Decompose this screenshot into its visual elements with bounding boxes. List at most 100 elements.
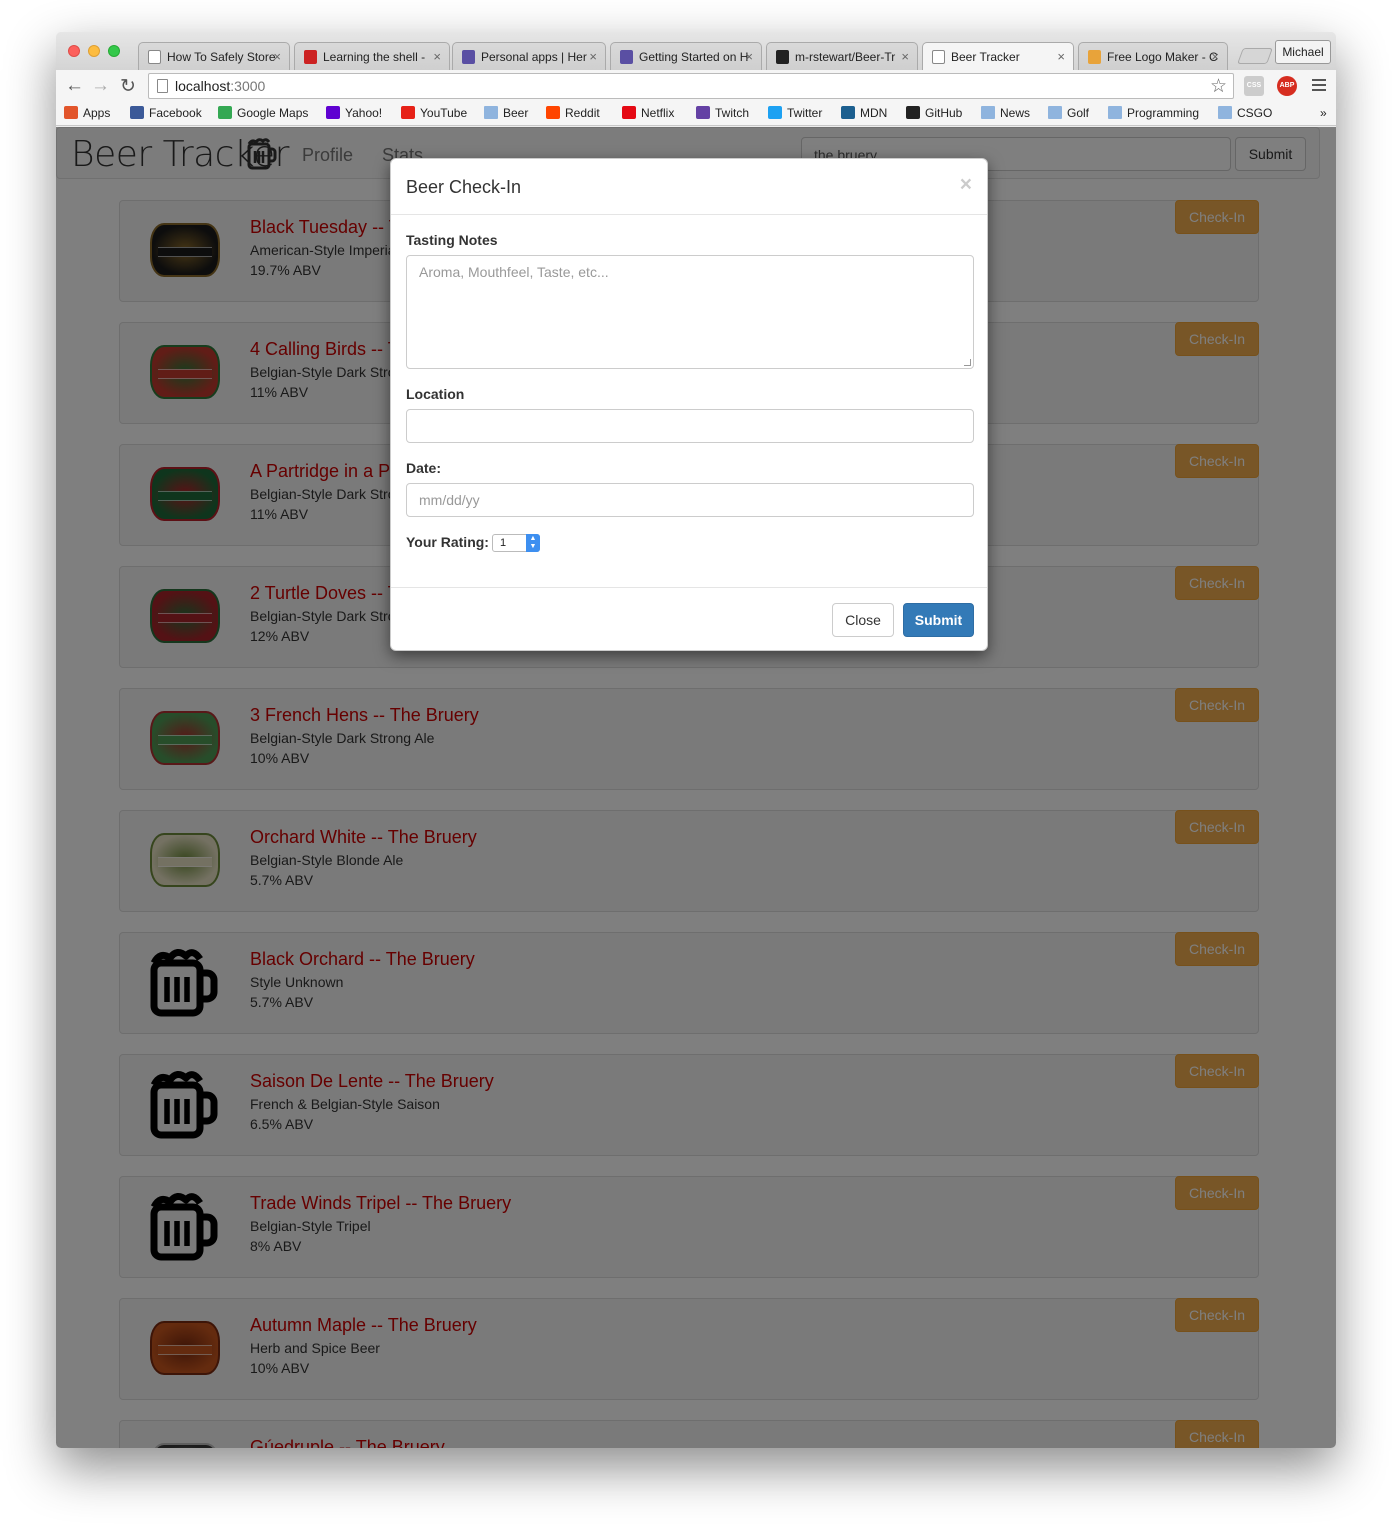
bookmark-label: News <box>1000 106 1031 120</box>
bookmark-beer[interactable]: Beer <box>484 106 528 120</box>
tab-close-icon[interactable]: × <box>901 49 909 64</box>
browser-tab[interactable]: Beer Tracker × <box>922 42 1074 70</box>
tab-close-icon[interactable]: × <box>589 49 597 64</box>
reload-icon[interactable]: ↻ <box>120 75 136 98</box>
folder-icon <box>981 106 995 119</box>
bookmarks-bar: Apps Facebook Google Maps Yahoo! YouTube Beer… <box>56 102 1336 126</box>
bookmark-label: YouTube <box>420 106 468 120</box>
address-bar[interactable]: localhost:3000 ☆ <box>148 73 1234 99</box>
browser-tab[interactable]: m-rstewart/Beer-Tr × <box>766 42 918 70</box>
bookmark-programming[interactable]: Programming <box>1108 106 1199 120</box>
forward-arrow-icon[interactable]: → <box>91 75 110 97</box>
mdn-icon <box>841 106 855 119</box>
resize-grip-icon[interactable] <box>964 359 971 366</box>
bookmark-twitter[interactable]: Twitter <box>768 106 822 120</box>
tasting-notes-label: Tasting Notes <box>406 232 498 248</box>
bookmark-google-maps[interactable]: Google Maps <box>218 106 308 120</box>
submit-button[interactable]: Submit <box>903 603 974 637</box>
linuxcommand-icon <box>304 50 317 64</box>
bookmark-news[interactable]: News <box>981 106 1030 120</box>
tab-close-icon[interactable]: × <box>1211 49 1219 64</box>
rating-value: 1 <box>500 537 507 549</box>
browser-window: How To Safely Store × Learning the shell -… <box>56 32 1336 1448</box>
bookmark-twitch[interactable]: Twitch <box>696 106 749 120</box>
tab-title: Personal apps | Her <box>481 50 587 64</box>
url-port: :3000 <box>230 78 266 94</box>
bookmark-label: Beer <box>503 106 529 120</box>
location-field[interactable] <box>406 409 974 443</box>
bookmarks-overflow-button[interactable]: » <box>1320 106 1327 120</box>
date-field[interactable]: mm/dd/yy <box>406 483 974 517</box>
profile-button[interactable]: Michael <box>1275 40 1331 64</box>
tab-close-icon[interactable]: × <box>433 49 441 64</box>
bookmark-youtube[interactable]: YouTube <box>401 106 467 120</box>
github-icon <box>776 50 789 64</box>
twitch-icon <box>696 106 710 119</box>
tasting-notes-textarea[interactable]: Aroma, Mouthfeel, Taste, etc... <box>406 255 974 369</box>
browser-tab[interactable]: How To Safely Store × <box>138 42 290 70</box>
close-button[interactable]: Close <box>832 603 894 637</box>
bookmark-label: CSGO <box>1237 106 1273 120</box>
heroku-icon <box>620 50 633 64</box>
bookmark-golf[interactable]: Golf <box>1048 106 1089 120</box>
bookmark-apps[interactable]: Apps <box>64 106 110 120</box>
tab-close-icon[interactable]: × <box>1057 49 1065 64</box>
select-arrows-icon: ▲ ▼ <box>526 534 540 552</box>
twitter-icon <box>768 106 782 119</box>
menu-icon[interactable] <box>1312 79 1326 94</box>
bookmark-label: Twitch <box>715 106 750 120</box>
location-label: Location <box>406 386 465 402</box>
adblock-plus-icon[interactable]: ABP <box>1277 76 1297 96</box>
bookmark-label: Netflix <box>641 106 675 120</box>
maximize-window-button[interactable] <box>108 45 120 57</box>
bookmark-label: Programming <box>1127 106 1200 120</box>
back-arrow-icon[interactable]: ← <box>65 75 84 97</box>
youtube-icon <box>401 106 415 119</box>
bookmark-label: GitHub <box>925 106 963 120</box>
reddit-icon <box>546 106 560 119</box>
bookmark-facebook[interactable]: Facebook <box>130 106 202 120</box>
bookmark-netflix[interactable]: Netflix <box>622 106 674 120</box>
bookmark-label: Reddit <box>565 106 600 120</box>
tab-title: Free Logo Maker - C <box>1107 50 1218 64</box>
minimize-window-button[interactable] <box>88 45 100 57</box>
tab-title: m-rstewart/Beer-Tr <box>795 50 896 64</box>
modal-header-divider <box>391 214 987 215</box>
browser-tab[interactable]: Learning the shell - × <box>294 42 450 70</box>
new-tab-button[interactable] <box>1237 48 1273 64</box>
rating-select[interactable]: 1 ▲ ▼ <box>492 534 540 552</box>
apps-grid-icon <box>64 106 78 119</box>
close-window-button[interactable] <box>68 45 80 57</box>
tab-title: How To Safely Store <box>167 50 276 64</box>
logo-maker-icon <box>1088 50 1101 64</box>
bookmark-star-icon[interactable]: ☆ <box>1210 75 1227 98</box>
url-host: localhost <box>175 78 231 94</box>
page-icon <box>148 50 161 64</box>
css-extension-icon[interactable]: CSS <box>1244 76 1264 96</box>
tab-close-icon[interactable]: × <box>745 49 753 64</box>
bookmark-label: MDN <box>860 106 888 120</box>
close-icon[interactable]: × <box>960 173 972 197</box>
bookmark-label: Golf <box>1067 106 1090 120</box>
bookmark-csgo[interactable]: CSGO <box>1218 106 1272 120</box>
tab-strip: How To Safely Store × Learning the shell -… <box>56 32 1336 70</box>
bookmark-label: Twitter <box>787 106 823 120</box>
browser-tab[interactable]: Getting Started on H × <box>610 42 762 70</box>
tab-title: Learning the shell - <box>323 50 426 64</box>
folder-icon <box>484 106 498 119</box>
bookmark-github[interactable]: GitHub <box>906 106 962 120</box>
modal-footer-divider <box>391 587 987 588</box>
yahoo-icon <box>326 106 340 119</box>
netflix-icon <box>622 106 636 119</box>
bookmark-mdn[interactable]: MDN <box>841 106 887 120</box>
tab-close-icon[interactable]: × <box>273 49 281 64</box>
folder-icon <box>1108 106 1122 119</box>
bookmark-yahoo[interactable]: Yahoo! <box>326 106 382 120</box>
bookmark-reddit[interactable]: Reddit <box>546 106 600 120</box>
browser-tab[interactable]: Personal apps | Her × <box>452 42 606 70</box>
browser-tab[interactable]: Free Logo Maker - C × <box>1078 42 1228 70</box>
bookmark-label: Facebook <box>149 106 202 120</box>
bookmark-label: Yahoo! <box>345 106 383 120</box>
date-label: Date: <box>406 460 442 476</box>
github-icon <box>906 106 920 119</box>
